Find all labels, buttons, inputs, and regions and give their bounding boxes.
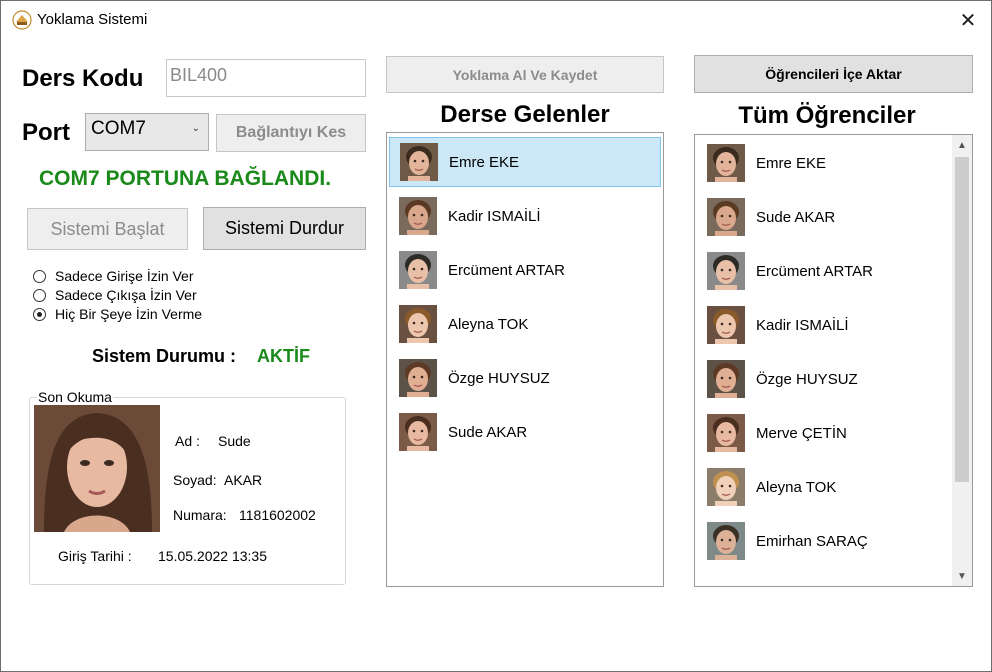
- stop-system-button[interactable]: Sistemi Durdur: [203, 207, 366, 250]
- window-title: Yoklama Sistemi: [37, 11, 148, 28]
- student-avatar: [399, 197, 437, 235]
- student-avatar: [707, 144, 745, 182]
- system-status-label: Sistem Durumu :: [92, 346, 237, 366]
- close-button[interactable]: ✕: [945, 1, 991, 39]
- radio-allow-nothing[interactable]: Hiç Bir Şeye İzin Verme: [33, 306, 202, 322]
- ad-label: Ad :: [175, 433, 200, 449]
- student-name: Aleyna TOK: [448, 315, 529, 333]
- list-item[interactable]: Kadir ISMAİLİ: [697, 300, 949, 350]
- connection-status: COM7 PORTUNA BAĞLANDI.: [39, 167, 332, 190]
- radio-label: Hiç Bir Şeye İzin Verme: [55, 306, 203, 322]
- scroll-down-arrow-icon[interactable]: ▼: [952, 566, 972, 586]
- app-logo-icon: [12, 10, 32, 30]
- student-avatar: [399, 305, 437, 343]
- student-name: Sude AKAR: [448, 423, 528, 441]
- student-avatar: [707, 522, 745, 560]
- list-item[interactable]: Emre EKE: [697, 138, 949, 188]
- student-avatar: [707, 360, 745, 398]
- chevron-down-icon: ⌄: [191, 123, 200, 134]
- system-status-value: AKTİF: [257, 346, 310, 366]
- list-item[interactable]: Aleyna TOK: [389, 299, 661, 349]
- numara-value: 1181602002: [239, 507, 316, 523]
- attendees-list[interactable]: Emre EKE Kadir ISMAİLİ Ercüment ARTAR Aleyn…: [386, 132, 664, 587]
- numara-label: Numara:: [173, 507, 227, 523]
- student-photo: [34, 405, 160, 532]
- student-name: Ercüment ARTAR: [756, 262, 873, 280]
- list-item[interactable]: Kadir ISMAİLİ: [389, 191, 661, 241]
- radio-label: Sadece Çıkışa İzin Ver: [55, 287, 197, 303]
- ad-value: Sude: [218, 433, 251, 449]
- radio-button[interactable]: [33, 288, 46, 302]
- all-students-title: Tüm Öğrenciler: [738, 102, 916, 129]
- student-name: Merve ÇETİN: [756, 424, 847, 442]
- disconnect-button[interactable]: Bağlantıyı Kes: [216, 114, 366, 152]
- list-item[interactable]: Ercüment ARTAR: [389, 245, 661, 295]
- student-name: Özge HUYSUZ: [756, 370, 858, 388]
- last-read-group-title: Son Okuma: [37, 389, 113, 405]
- student-avatar: [707, 252, 745, 290]
- giris-tarihi-label: Giriş Tarihi :: [58, 548, 132, 564]
- radio-button[interactable]: [33, 269, 46, 283]
- student-name: Aleyna TOK: [756, 478, 837, 496]
- student-name: Emirhan SARAÇ: [756, 532, 868, 550]
- ders-kodu-label: Ders Kodu: [22, 65, 144, 92]
- list-item[interactable]: Aleyna TOK: [697, 462, 949, 512]
- ders-kodu-input[interactable]: BIL400: [166, 59, 366, 97]
- radio-entry-only[interactable]: Sadece Girişe İzin Ver: [33, 268, 194, 284]
- radio-button-checked[interactable]: [33, 307, 46, 321]
- soyad-value: AKAR: [224, 472, 263, 488]
- list-item[interactable]: Merve ÇETİN: [697, 408, 949, 458]
- radio-label: Sadece Girişe İzin Ver: [55, 268, 194, 284]
- list-item[interactable]: Emre EKE: [389, 137, 661, 187]
- student-name: Sude AKAR: [756, 208, 836, 226]
- list-item[interactable]: Özge HUYSUZ: [697, 354, 949, 404]
- radio-exit-only[interactable]: Sadece Çıkışa İzin Ver: [33, 287, 197, 303]
- student-name: Ercüment ARTAR: [448, 261, 565, 279]
- import-students-button[interactable]: Öğrencileri İçe Aktar: [694, 55, 973, 93]
- all-students-list[interactable]: ▲ ▼ Emre EKE Sude AKAR Ercüment ARTAR Kadir…: [694, 134, 973, 587]
- student-avatar: [707, 468, 745, 506]
- student-name: Emre EKE: [756, 154, 827, 172]
- student-name: Kadir ISMAİLİ: [756, 316, 849, 334]
- student-name: Özge HUYSUZ: [448, 369, 550, 387]
- title-bar: Yoklama Sistemi ✕: [1, 1, 991, 39]
- scrollbar-thumb[interactable]: [955, 157, 969, 482]
- giris-tarihi-value: 15.05.2022 13:35: [158, 548, 267, 564]
- scrollbar[interactable]: ▲ ▼: [952, 135, 972, 586]
- attendees-title: Derse Gelenler: [440, 101, 610, 128]
- student-name: Emre EKE: [449, 153, 520, 171]
- student-avatar: [707, 414, 745, 452]
- list-item[interactable]: Özge HUYSUZ: [389, 353, 661, 403]
- student-avatar: [400, 143, 438, 181]
- list-item[interactable]: Ercüment ARTAR: [697, 246, 949, 296]
- close-icon[interactable]: ✕: [960, 8, 977, 33]
- port-select[interactable]: COM7 ⌄: [85, 113, 209, 151]
- list-item[interactable]: Emirhan SARAÇ: [697, 516, 949, 566]
- app-window: Yoklama Sistemi ✕ Ders Kodu BIL400 Port …: [0, 0, 992, 672]
- student-avatar: [399, 251, 437, 289]
- student-avatar: [399, 359, 437, 397]
- list-item[interactable]: Sude AKAR: [389, 407, 661, 457]
- scroll-up-arrow-icon[interactable]: ▲: [952, 135, 972, 155]
- student-avatar: [707, 198, 745, 236]
- student-name: Kadir ISMAİLİ: [448, 207, 541, 225]
- port-label: Port: [22, 119, 70, 146]
- start-system-button[interactable]: Sistemi Başlat: [27, 208, 188, 250]
- student-avatar: [399, 413, 437, 451]
- student-avatar: [707, 306, 745, 344]
- take-attendance-save-button[interactable]: Yoklama Al Ve Kaydet: [386, 56, 664, 93]
- list-item[interactable]: Sude AKAR: [697, 192, 949, 242]
- soyad-label: Soyad:: [173, 472, 217, 488]
- port-select-value: COM7: [91, 118, 146, 139]
